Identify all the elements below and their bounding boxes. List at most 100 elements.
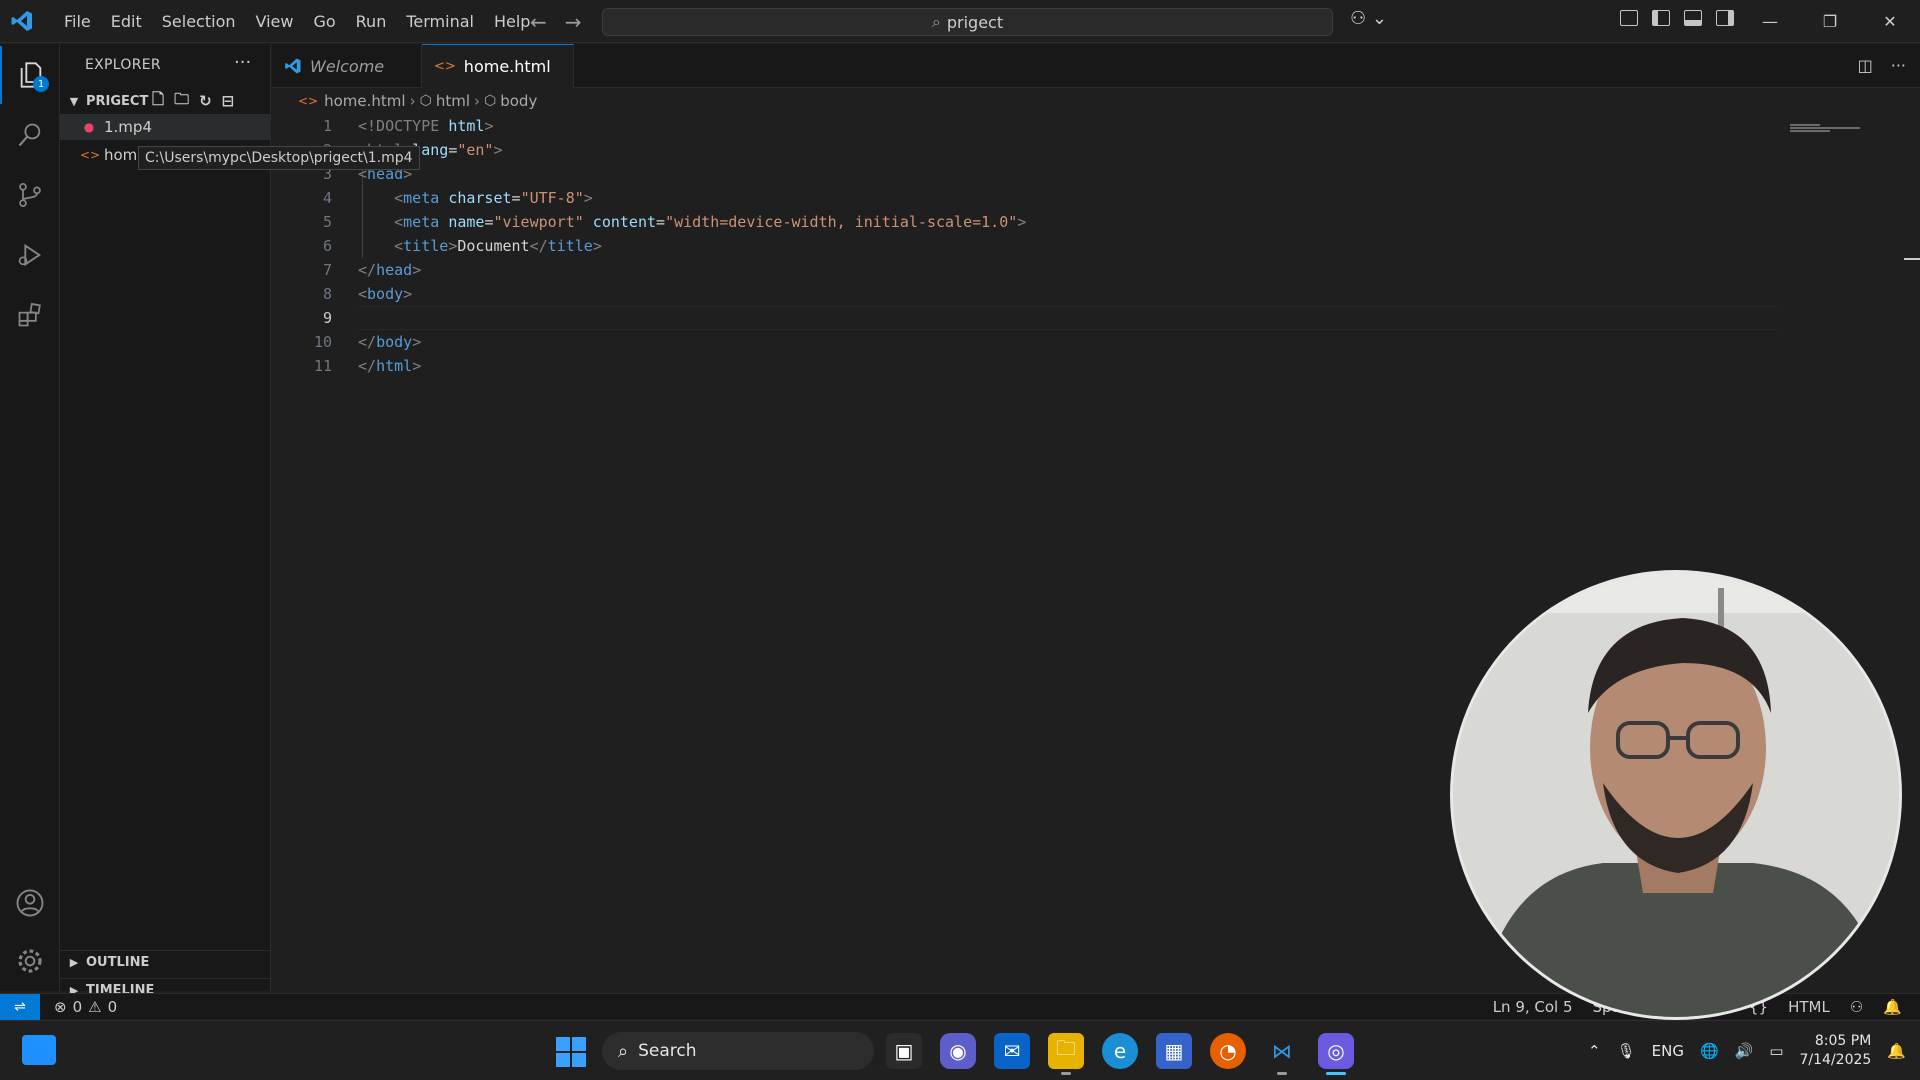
volume-icon[interactable]: 🔊 — [1735, 1042, 1754, 1060]
menu-go[interactable]: Go — [303, 0, 345, 43]
outline-section-header[interactable]: ▶ OUTLINE — [60, 950, 271, 974]
menu-view[interactable]: View — [246, 0, 304, 43]
extensions-icon — [18, 302, 41, 327]
customize-layout-icon[interactable] — [1620, 10, 1638, 26]
explorer-activity[interactable]: 1 — [0, 46, 60, 104]
file-item-1-mp4[interactable]: ● 1.mp4 — [60, 114, 271, 140]
menu-edit[interactable]: Edit — [101, 0, 152, 43]
token: > — [448, 237, 458, 255]
minimap[interactable] — [1790, 124, 1864, 138]
widgets-icon[interactable] — [22, 1035, 56, 1065]
accounts-activity[interactable] — [0, 874, 60, 932]
token: Document — [457, 237, 530, 255]
window-controls: — ❐ ✕ — [1740, 0, 1920, 43]
split-editor-icon[interactable]: ◫ — [1858, 56, 1873, 75]
task-view-icon[interactable]: ▣ — [886, 1033, 922, 1069]
breadcrumb-item-body[interactable]: body — [500, 92, 537, 110]
explorer-badge: 1 — [33, 76, 49, 92]
line-number: 10 — [313, 333, 332, 351]
battery-icon[interactable]: ▭ — [1769, 1042, 1783, 1060]
toggle-primary-sidebar-icon[interactable] — [1652, 10, 1670, 26]
sidebar-title: EXPLORER — [85, 57, 161, 73]
search-icon: ⌕ — [618, 1040, 629, 1062]
token: > — [493, 141, 503, 159]
mail-icon[interactable]: ✉ — [994, 1033, 1030, 1069]
token: title — [547, 237, 593, 255]
menu-run[interactable]: Run — [346, 0, 397, 43]
element-icon: ⬡ — [419, 93, 432, 109]
new-folder-icon[interactable]: 🗀 — [174, 89, 189, 114]
extensions-activity[interactable] — [0, 286, 60, 344]
collapse-all-icon[interactable]: ⊟ — [222, 92, 235, 110]
toggle-panel-icon[interactable] — [1684, 10, 1702, 26]
token: > — [412, 357, 422, 375]
manage-activity[interactable] — [0, 932, 60, 990]
code-line-11: </html> — [358, 354, 1026, 378]
breadcrumb-item-file[interactable]: home.html — [324, 92, 405, 110]
refresh-icon[interactable]: ↻ — [199, 92, 212, 110]
token: < — [358, 285, 368, 303]
remote-indicator-icon[interactable]: ⇌ — [0, 993, 40, 1020]
tab-welcome[interactable]: Welcome — [272, 44, 422, 88]
account-icon — [16, 889, 44, 917]
project-folder-header[interactable]: ▼ PRIGECT 🗋 🗀 ↻ ⊟ — [60, 89, 271, 113]
close-icon[interactable]: ✕ — [1860, 0, 1920, 43]
more-actions-icon[interactable]: ··· — [1891, 56, 1906, 75]
token: = — [448, 141, 458, 159]
cursor-position[interactable]: Ln 9, Col 5 — [1493, 998, 1573, 1016]
teams-icon[interactable]: ◉ — [940, 1033, 976, 1069]
clock[interactable]: 8:05 PM 7/14/2025 — [1800, 1032, 1872, 1070]
warning-icon: ⚠ — [88, 997, 102, 1016]
run-debug-activity[interactable] — [0, 226, 60, 284]
command-center-search[interactable]: ⌕ prigect — [602, 8, 1333, 36]
search-activity[interactable] — [0, 106, 60, 164]
token: </ — [358, 261, 377, 279]
error-count: 0 — [72, 997, 83, 1016]
token: < — [394, 237, 404, 255]
vscode-taskbar-icon[interactable]: ⋈ — [1264, 1033, 1300, 1075]
minimize-icon[interactable]: — — [1740, 0, 1800, 43]
code-line-10: </body> — [358, 330, 1026, 354]
microphone-icon[interactable]: 🎙 — [1617, 1042, 1636, 1060]
screen-recorder-icon[interactable]: ◎ — [1318, 1033, 1354, 1075]
token: name — [448, 213, 485, 231]
language-mode[interactable]: HTML — [1788, 998, 1830, 1016]
vscode-tab-icon — [285, 58, 301, 74]
breadcrumb-item-html[interactable]: html — [436, 92, 470, 110]
token: > — [583, 189, 593, 207]
token: meta — [403, 189, 449, 207]
back-arrow-icon[interactable]: ← — [530, 10, 547, 34]
input-language[interactable]: ENG — [1652, 1042, 1684, 1060]
notifications-bell-icon[interactable]: 🔔 — [1883, 998, 1902, 1016]
copilot-status-icon[interactable]: ⚇ — [1850, 998, 1863, 1016]
chevron-up-icon[interactable]: ⌃ — [1588, 1042, 1601, 1060]
toggle-secondary-sidebar-icon[interactable] — [1716, 10, 1734, 26]
taskbar-search[interactable]: ⌕ Search — [602, 1032, 874, 1070]
menu-selection[interactable]: Selection — [152, 0, 246, 43]
menu-file[interactable]: File — [54, 0, 101, 43]
copilot-icon[interactable]: ⚇ ⌄ — [1350, 8, 1387, 29]
command-center-label: prigect — [946, 12, 1004, 32]
edge-icon[interactable]: e — [1102, 1033, 1138, 1069]
line-number: 5 — [322, 213, 332, 231]
token: html — [376, 357, 413, 375]
restore-icon[interactable]: ❐ — [1800, 0, 1860, 43]
file-explorer-icon[interactable]: 🗀 — [1048, 1033, 1084, 1075]
store-icon[interactable]: ▦ — [1156, 1033, 1192, 1069]
start-button[interactable] — [556, 1037, 586, 1067]
code-line-7: </head> — [358, 258, 1026, 282]
more-actions-icon[interactable]: ··· — [234, 52, 251, 73]
forward-arrow-icon[interactable]: → — [565, 10, 582, 34]
source-control-activity[interactable] — [0, 166, 60, 224]
tab-home-html[interactable]: <> home.html — [422, 44, 574, 88]
warning-count: 0 — [107, 997, 118, 1016]
new-file-icon[interactable]: 🗋 — [152, 89, 164, 114]
firefox-icon[interactable]: ◔ — [1210, 1033, 1246, 1069]
menu-terminal[interactable]: Terminal — [396, 0, 484, 43]
notification-center-icon[interactable]: 🔔 — [1887, 1042, 1906, 1060]
problems-indicator[interactable]: ⊗ 0 ⚠ 0 — [54, 998, 117, 1016]
token: </ — [358, 333, 377, 351]
chevron-down-icon: ▼ — [69, 94, 79, 108]
network-icon[interactable]: 🌐 — [1700, 1042, 1719, 1060]
token: content — [583, 213, 657, 231]
